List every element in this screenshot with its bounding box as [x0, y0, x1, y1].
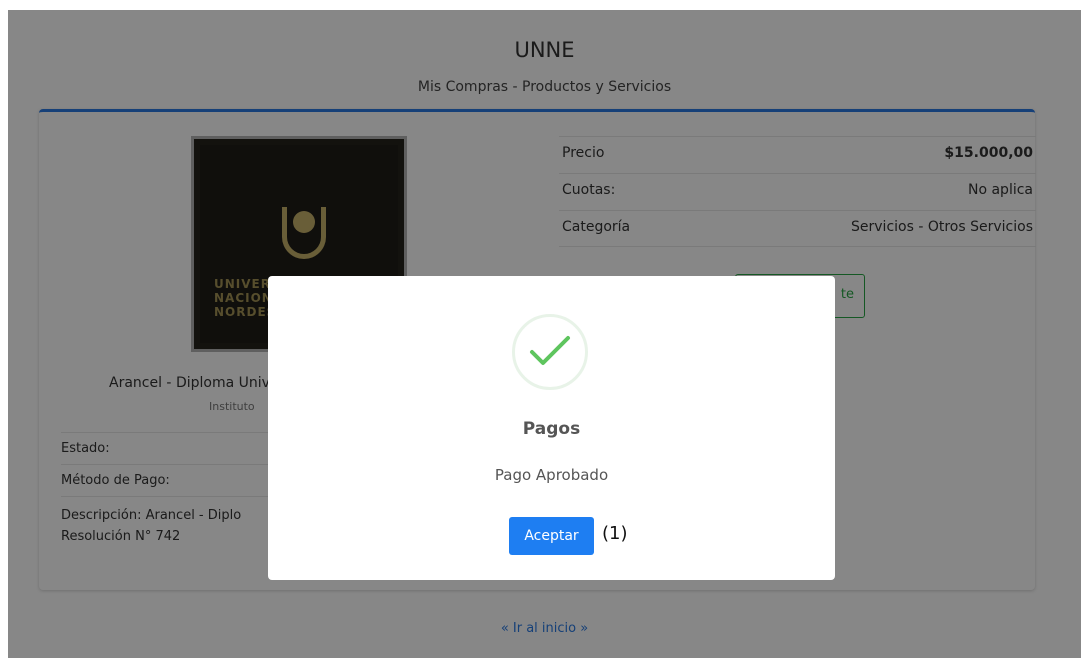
annotation-marker: (1) [602, 523, 628, 544]
modal-title: Pagos [522, 419, 581, 439]
success-icon [512, 314, 588, 390]
payment-modal: Pagos Pago Aprobado Aceptar (1) [268, 276, 835, 580]
accept-button[interactable]: Aceptar [509, 517, 594, 555]
modal-message: Pago Aprobado [494, 466, 609, 484]
check-icon [530, 336, 570, 365]
